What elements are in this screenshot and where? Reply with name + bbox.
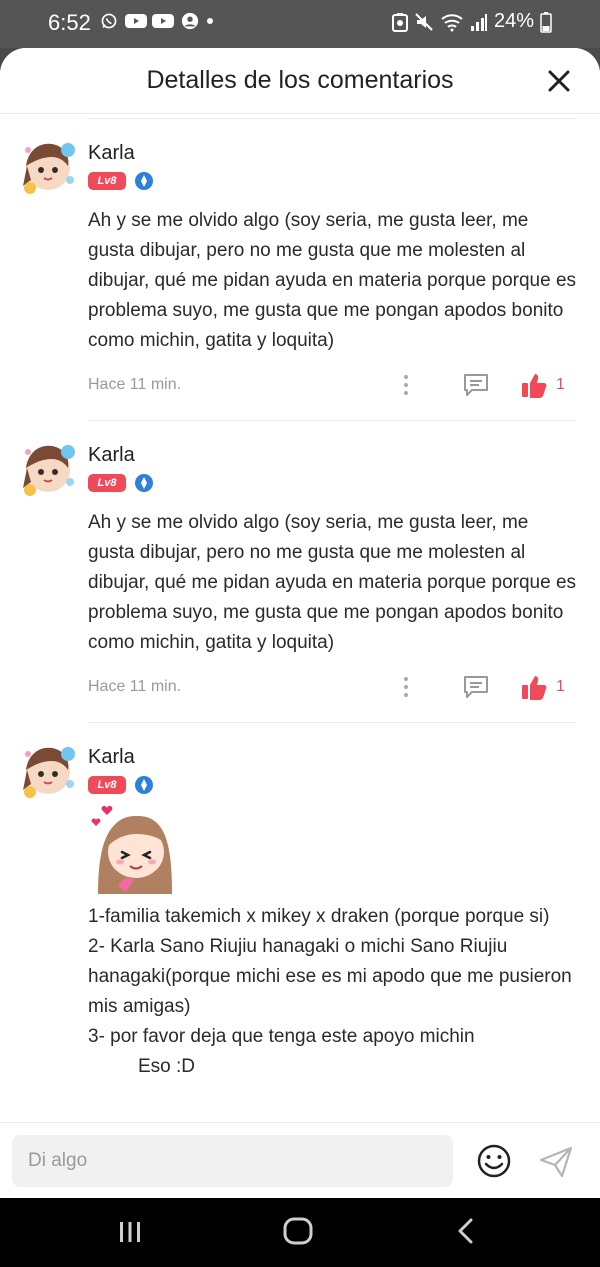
avatar[interactable] [18,438,80,500]
level-badge: Lv8 [88,474,126,492]
like-count: 1 [556,376,565,393]
battery-percent: 24% [493,10,534,32]
battery-icon [540,11,552,33]
comment-line: 1-familia takemich x mikey x draken (por… [88,906,550,927]
divider [88,722,576,723]
comment-author[interactable]: Karla [88,746,135,769]
like-button[interactable]: 1 [520,371,566,399]
data-saver-icon [391,12,408,32]
comment-time: Hace 11 min. [88,376,182,393]
youtube-icon [125,14,147,28]
verified-icon [135,474,153,492]
divider [88,118,576,119]
comment-text: Ah y se me olvido algo (soy seria, me gu… [88,512,577,653]
comment-line: Eso :D [138,1056,196,1077]
verified-icon [135,776,153,794]
comment-input[interactable] [12,1135,453,1187]
like-button[interactable]: 1 [520,673,566,701]
emoji-icon[interactable] [476,1143,512,1179]
home-icon[interactable] [282,1216,314,1246]
mute-icon [415,12,433,31]
comment-text: Ah y se me olvido algo (soy seria, me gu… [88,210,577,351]
comment-line: 2- Karla Sano Riujiu hanagaki o michi Sa… [88,936,572,1017]
sheet-title: Detalles de los comentarios [146,66,454,94]
avatar[interactable] [18,136,80,198]
comment-input-bar [0,1122,600,1198]
youtube-icon [152,14,174,28]
anime-girl-sticker[interactable] [88,802,180,894]
level-badge: Lv8 [88,776,126,794]
wifi-icon [441,13,463,31]
recent-apps-icon[interactable] [116,1218,144,1246]
dot-icon [207,18,213,24]
send-icon[interactable] [538,1145,574,1179]
comments-feed[interactable]: Karla Lv8 Ah y se me olvido algo (soy se… [0,114,600,1122]
comment-author[interactable]: Karla [88,444,135,467]
status-time: 6:52 [48,10,91,35]
more-options-icon[interactable] [394,672,418,702]
system-nav-bar [0,1198,600,1267]
comments-sheet: Detalles de los comentarios Karla Lv8 Ah… [0,48,600,1198]
comment-text: 1-familia takemich x mikey x draken (por… [88,902,578,1082]
comment-author[interactable]: Karla [88,142,135,165]
divider [88,420,576,421]
reply-icon[interactable] [462,372,490,398]
status-right-icons: 24% [391,10,552,33]
verified-icon [135,172,153,190]
back-icon[interactable] [454,1216,478,1246]
comment-meta: Hace 11 min. 1 [88,672,566,702]
status-left-icons [98,12,214,30]
signal-icon [470,13,487,31]
thumbs-up-icon [522,374,547,398]
account-icon [181,12,199,30]
comment-line: 3- por favor deja que tenga este apoyo m… [88,1026,475,1047]
reply-icon[interactable] [462,674,490,700]
sheet-header: Detalles de los comentarios [0,48,600,114]
more-options-icon[interactable] [394,370,418,400]
thumbs-up-icon [522,676,547,700]
whatsapp-icon [101,13,117,29]
status-bar: 6:52 24% [0,0,600,48]
comment-meta: Hace 11 min. 1 [88,370,566,400]
avatar[interactable] [18,740,80,802]
level-badge: Lv8 [88,172,126,190]
close-icon[interactable] [544,66,574,96]
like-count: 1 [556,678,565,695]
comment-time: Hace 11 min. [88,678,182,695]
